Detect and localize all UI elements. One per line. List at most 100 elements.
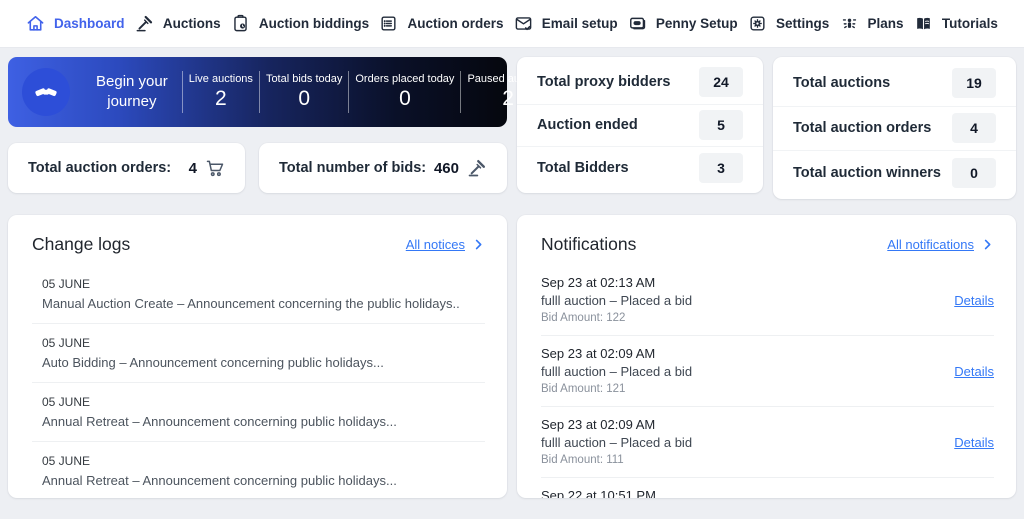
notification-bid-amount: Bid Amount: 111 [541, 454, 624, 466]
nav-item-email-setup[interactable]: Email setup [514, 14, 618, 33]
summary-value: 3 [699, 153, 743, 184]
banner-stat-total-bids-today: Total bids today 0 [258, 71, 348, 113]
nav-item-settings[interactable]: Settings [748, 14, 829, 33]
top-nav: Dashboard Auctions Auction biddings Auct… [0, 0, 1024, 48]
summary-label: Total auction winners [793, 165, 941, 182]
list-icon [379, 14, 398, 33]
mini-card-label: Total number of bids: [279, 160, 427, 176]
stat-label: Total bids today [265, 73, 343, 85]
all-notices-label: All notices [405, 237, 465, 252]
left-column: Begin your journey Live auctions 2 Total… [8, 57, 549, 498]
journey-banner: Begin your journey Live auctions 2 Total… [8, 57, 549, 127]
banner-stat-orders-placed-today: Orders placed today 0 [348, 71, 460, 113]
change-logs-title: Change logs [32, 234, 131, 254]
summary-value: 0 [952, 158, 996, 189]
all-notifications-link[interactable]: All notifications [887, 237, 994, 252]
summary-cards-row: Total proxy bidders 24 Auction ended 5 T… [517, 57, 1016, 199]
log-text: Auto Bidding – Announcement concerning p… [42, 355, 384, 370]
notification-date: Sep 22 at 10:51 PM [541, 488, 656, 498]
details-link[interactable]: Details [954, 364, 994, 379]
summary-label: Total Bidders [537, 160, 629, 177]
nav-item-label: Auction biddings [258, 16, 370, 31]
log-text: Manual Auction Create – Announcement con… [42, 296, 460, 311]
notification-title: fulll auction – Placed a bid [541, 364, 693, 379]
notification-title: fulll auction – Placed a bid [541, 435, 693, 450]
nav-item-dashboard[interactable]: Dashboard [26, 14, 125, 33]
nav-item-label: Email setup [541, 16, 618, 31]
notifications-title: Notifications [541, 234, 637, 254]
nav-item-tutorials[interactable]: Tutorials [914, 14, 998, 33]
gear-icon [748, 14, 767, 33]
envelope-check-icon [514, 14, 533, 33]
nav-item-label: Auctions [162, 16, 221, 31]
nav-item-label: Tutorials [941, 16, 998, 31]
summary-row-total-auction-orders: Total auction orders 4 [773, 105, 1016, 151]
details-link[interactable]: Details [954, 293, 994, 308]
notification-item: Sep 23 at 02:09 AM fulll auction – Place… [541, 406, 994, 477]
mini-cards-row: Total auction orders: 4 Total number of … [8, 143, 507, 193]
stat-value: 2 [214, 87, 227, 110]
notification-bid-amount: Bid Amount: 122 [541, 312, 626, 324]
notification-item: Sep 23 at 02:09 AM fulll auction – Place… [541, 335, 994, 406]
log-date: 05 JUNE [42, 336, 91, 350]
change-log-item: 05 JUNE Annual Retreat – Announcement co… [32, 382, 485, 441]
nav-item-auction-biddings[interactable]: Auction biddings [231, 14, 369, 33]
summary-label: Auction ended [537, 117, 638, 134]
total-bids-card: Total number of bids: 460 [259, 143, 507, 193]
total-auction-orders-card: Total auction orders: 4 [8, 143, 245, 193]
summary-value: 19 [952, 68, 996, 99]
notification-date: Sep 23 at 02:09 AM [541, 346, 656, 361]
nav-item-label: Auction orders [407, 16, 504, 31]
handshake-icon [34, 80, 58, 104]
notification-item: Sep 22 at 10:51 PM fulll auction – Place… [541, 477, 994, 498]
summary-label: Total proxy bidders [537, 74, 671, 91]
dashboard-content: Begin your journey Live auctions 2 Total… [0, 48, 1024, 498]
nav-item-auction-orders[interactable]: Auction orders [379, 14, 503, 33]
all-notices-link[interactable]: All notices [406, 237, 485, 252]
summary-row-total-proxy-bidders: Total proxy bidders 24 [517, 61, 763, 104]
stat-value: 0 [298, 87, 310, 110]
summary-value: 24 [699, 67, 743, 98]
banner-title: Begin your journey [96, 72, 168, 113]
nav-item-label: Penny Setup [655, 16, 738, 31]
nav-item-auctions[interactable]: Auctions [135, 14, 221, 33]
chevron-right-icon [981, 238, 994, 251]
notification-title: fulll auction – Placed a bid [541, 293, 693, 308]
change-log-item: 05 JUNE Annual Retreat – Announcement co… [32, 441, 485, 498]
details-link[interactable]: Details [954, 435, 994, 450]
summary-value: 4 [952, 113, 996, 144]
mini-card-label: Total auction orders: [28, 160, 172, 176]
chevron-right-icon [472, 238, 485, 251]
summary-row-total-bidders: Total Bidders 3 [517, 146, 763, 189]
notification-item: Sep 23 at 02:13 AM fulll auction – Place… [541, 265, 994, 335]
log-text: Annual Retreat – Announcement concerning… [42, 414, 397, 429]
notification-bid-amount: Bid Amount: 121 [541, 383, 626, 395]
nav-item-penny-setup[interactable]: Penny Setup [628, 14, 738, 33]
auctions-summary-card: Total auctions 19 Total auction orders 4… [773, 57, 1016, 199]
stat-label: Live auctions [188, 73, 253, 85]
change-logs-list: 05 JUNE Manual Auction Create – Announce… [8, 261, 507, 498]
banner-stat-live-auctions: Live auctions 2 [181, 71, 259, 113]
nav-item-label: Plans [867, 16, 904, 31]
bidders-summary-card: Total proxy bidders 24 Auction ended 5 T… [517, 57, 763, 193]
nav-item-plans[interactable]: Plans [840, 14, 904, 33]
log-date: 05 JUNE [42, 395, 91, 409]
banner-stats: Live auctions 2 Total bids today 0 Order… [181, 71, 555, 113]
summary-label: Total auction orders [793, 120, 932, 137]
nav-item-label: Dashboard [54, 16, 125, 31]
stat-value: 0 [399, 87, 411, 110]
notification-date: Sep 23 at 02:09 AM [541, 417, 656, 432]
nav-item-label: Settings [775, 16, 830, 31]
stat-label: Orders placed today [355, 73, 455, 85]
handshake-badge [22, 68, 70, 116]
cart-icon [205, 158, 225, 178]
banner-title-line1: Begin your [96, 72, 168, 90]
notifications-list: Sep 23 at 02:13 AM fulll auction – Place… [517, 261, 1016, 498]
clipboard-clock-icon [231, 14, 250, 33]
mini-card-value: 460 [433, 159, 459, 177]
summary-value: 5 [699, 110, 743, 141]
notification-date: Sep 23 at 02:13 AM [541, 275, 656, 290]
change-log-item: 05 JUNE Auto Bidding – Announcement conc… [32, 323, 485, 382]
banknote-icon [628, 14, 647, 33]
log-text: Annual Retreat – Announcement concerning… [42, 473, 397, 488]
